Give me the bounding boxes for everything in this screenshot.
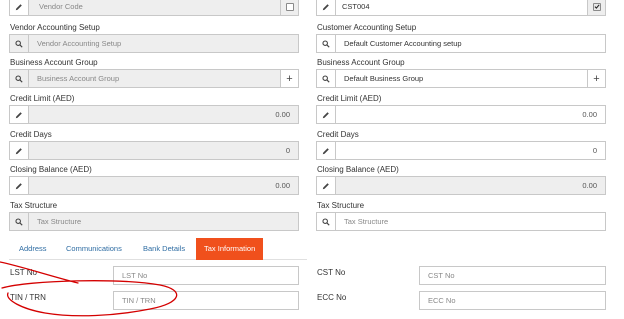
vendor-business-account-group-label: Business Account Group [10,58,98,67]
vendor-credit-limit-edit-button[interactable] [9,105,29,124]
customer-closing-balance-row: 0.00 [316,176,606,195]
ecc-no-label: ECC No [317,293,347,302]
vendor-accounting-setup-label: Vendor Accounting Setup [10,23,100,32]
pencil-icon [322,111,329,118]
vendor-tax-structure-label: Tax Structure [10,201,58,210]
customer-business-group-search-button[interactable] [316,69,336,88]
customer-credit-days-row: 0 [316,141,606,160]
search-icon [322,74,330,83]
checkmark-icon [594,4,600,9]
vendor-credit-days-input[interactable]: 0 [29,141,299,160]
tab-address[interactable]: Address [11,238,55,260]
customer-code-input[interactable]: CST004 [336,0,588,16]
customer-business-account-group-row: Default Business Group + [316,69,606,88]
vendor-business-group-add-button[interactable]: + [281,69,299,88]
vendor-credit-limit-label: Credit Limit (AED) [10,94,75,103]
cst-no-input[interactable]: CST No [419,266,606,285]
tab-bank-details[interactable]: Bank Details [135,238,193,260]
customer-credit-days-label: Credit Days [317,130,359,139]
vendor-tax-structure-search-button[interactable] [9,212,29,231]
plus-icon: + [593,72,600,85]
search-icon [15,74,23,83]
vendor-code-checkbox-addon [281,0,299,16]
pencil-icon [322,3,329,10]
vendor-checkbox[interactable] [285,2,294,11]
customer-business-account-group-label: Business Account Group [317,58,405,67]
customer-closing-balance-input[interactable]: 0.00 [336,176,606,195]
vendor-code-input[interactable]: Vendor Code [29,0,281,16]
vendor-credit-limit-row: 0.00 [9,105,299,124]
vendor-code-placeholder: Vendor Code [39,2,83,11]
customer-closing-balance-edit-button[interactable] [316,176,336,195]
pencil-icon [322,182,329,189]
vendor-accounting-search-button[interactable] [9,34,29,53]
pencil-icon [15,147,22,154]
customer-accounting-setup-input[interactable]: Default Customer Accounting setup [336,34,606,53]
customer-credit-limit-label: Credit Limit (AED) [317,94,382,103]
vendor-closing-balance-row: 0.00 [9,176,299,195]
vendor-business-account-group-input[interactable]: Business Account Group [29,69,281,88]
customer-tax-structure-label: Tax Structure [317,201,365,210]
customer-code-checkbox-addon [588,0,606,16]
customer-checkbox[interactable] [592,2,601,11]
customer-credit-limit-edit-button[interactable] [316,105,336,124]
ecc-no-input[interactable]: ECC No [419,291,606,310]
search-icon [15,217,23,226]
customer-business-account-group-input[interactable]: Default Business Group [336,69,588,88]
vendor-tax-structure-input[interactable]: Tax Structure [29,212,299,231]
vendor-credit-limit-input[interactable]: 0.00 [29,105,299,124]
vendor-tax-structure-row: Tax Structure [9,212,299,231]
pencil-icon [15,3,22,10]
vendor-business-group-search-button[interactable] [9,69,29,88]
customer-code-edit-button[interactable] [316,0,336,16]
plus-icon: + [286,72,293,85]
vendor-credit-days-edit-button[interactable] [9,141,29,160]
customer-credit-days-input[interactable]: 0 [336,141,606,160]
search-icon [15,39,23,48]
vendor-credit-days-row: 0 [9,141,299,160]
vendor-closing-balance-edit-button[interactable] [9,176,29,195]
customer-business-group-add-button[interactable]: + [588,69,606,88]
customer-tax-structure-search-button[interactable] [316,212,336,231]
search-icon [322,217,330,226]
vendor-accounting-setup-row: Vendor Accounting Setup [9,34,299,53]
vendor-accounting-setup-input[interactable]: Vendor Accounting Setup [29,34,299,53]
customer-accounting-setup-label: Customer Accounting Setup [317,23,417,32]
customer-credit-limit-row: 0.00 [316,105,606,124]
vendor-credit-days-label: Credit Days [10,130,52,139]
tin-trn-label: TIN / TRN [10,293,46,302]
tab-tax-information[interactable]: Tax Information [196,238,264,260]
search-icon [322,39,330,48]
lst-no-label: LST No [10,268,37,277]
detail-tabs: Address Communications Bank Details Tax … [9,238,307,260]
customer-code-row: CST004 [316,0,606,16]
pencil-icon [15,182,22,189]
vendor-business-account-group-row: Business Account Group + [9,69,299,88]
customer-tax-structure-row: Tax Structure [316,212,606,231]
vendor-closing-balance-label: Closing Balance (AED) [10,165,92,174]
customer-credit-days-edit-button[interactable] [316,141,336,160]
tin-trn-input[interactable]: TIN / TRN [113,291,299,310]
pencil-icon [322,147,329,154]
vendor-closing-balance-input[interactable]: 0.00 [29,176,299,195]
cst-no-label: CST No [317,268,346,277]
customer-credit-limit-input[interactable]: 0.00 [336,105,606,124]
customer-accounting-search-button[interactable] [316,34,336,53]
vendor-code-edit-button[interactable] [9,0,29,16]
customer-closing-balance-label: Closing Balance (AED) [317,165,399,174]
pencil-icon [15,111,22,118]
tab-communications[interactable]: Communications [58,238,130,260]
customer-tax-structure-input[interactable]: Tax Structure [336,212,606,231]
customer-accounting-setup-row: Default Customer Accounting setup [316,34,606,53]
vendor-code-row: Vendor Code [9,0,299,16]
lst-no-input[interactable]: LST No [113,266,299,285]
